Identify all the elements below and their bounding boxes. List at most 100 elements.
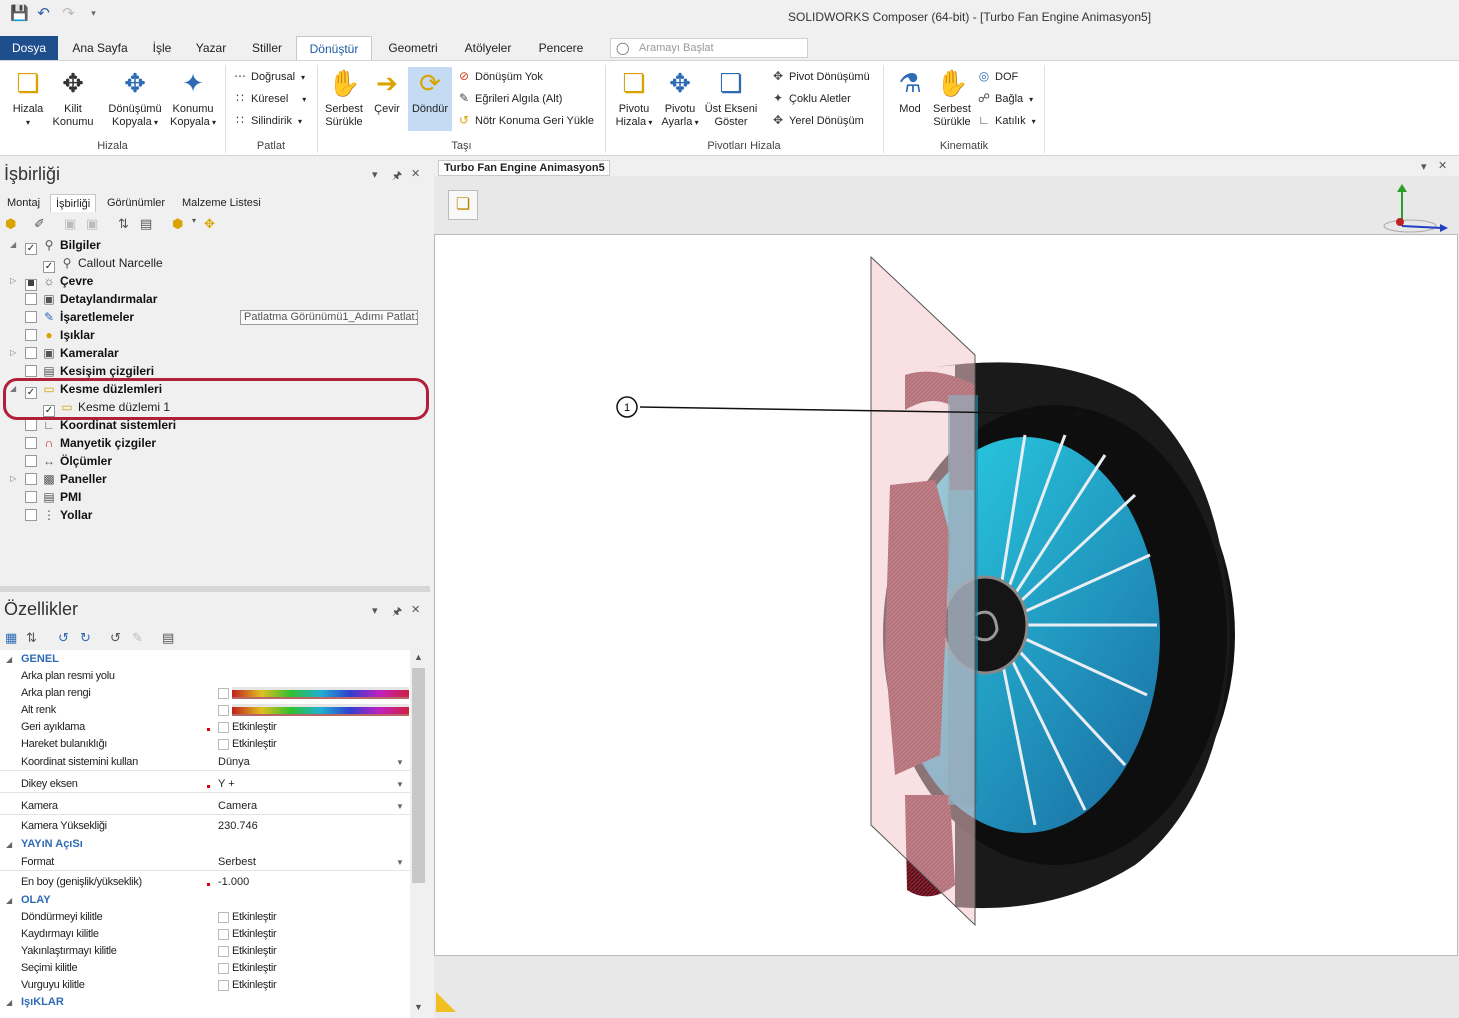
view-mode-button[interactable]: ❏ xyxy=(448,190,478,220)
reset-icon[interactable]: ↺ xyxy=(110,630,121,646)
property-row[interactable]: Yakınlaştırmayı kilitle Etkinleştir xyxy=(0,943,410,960)
kuresel-button[interactable]: ∷ Küresel ▾ xyxy=(232,89,306,107)
expand-toggle-icon[interactable]: ▷ xyxy=(10,272,20,290)
move-icon[interactable]: ✥ xyxy=(204,216,215,232)
property-row[interactable]: En boy (genişlik/yükseklik) -1.000 xyxy=(0,874,410,891)
tree-item[interactable]: ▷ ☼ Çevre xyxy=(10,272,93,291)
property-row[interactable]: Kamera Yüksekliği 230.746 xyxy=(0,818,410,835)
pivotu-hizala-button[interactable]: ❏ Pivotu Hizala ▾ xyxy=(612,67,656,129)
property-row[interactable]: Seçimi kilitle Etkinleştir xyxy=(0,960,410,977)
visibility-checkbox[interactable] xyxy=(25,347,37,359)
property-select[interactable]: Y + xyxy=(218,776,235,793)
visibility-checkbox[interactable] xyxy=(25,491,37,503)
tab-yazar[interactable]: Yazar xyxy=(190,36,232,60)
property-select[interactable]: Dünya xyxy=(218,754,250,771)
property-checkbox[interactable] xyxy=(218,739,229,750)
color-picker-bar[interactable] xyxy=(232,704,409,716)
visibility-checkbox[interactable] xyxy=(25,311,37,323)
tree-item[interactable]: ∩ Manyetik çizgiler xyxy=(25,434,156,452)
tree-item[interactable]: ● Işıklar xyxy=(25,326,95,344)
sync-icon[interactable]: ↻ xyxy=(80,630,91,646)
chevron-down-icon[interactable]: ▾ xyxy=(85,5,102,22)
property-row[interactable]: Hareket bulanıklığı Etkinleştir xyxy=(0,736,410,753)
property-checkbox[interactable] xyxy=(218,963,229,974)
scroll-up-icon[interactable]: ▲ xyxy=(414,652,423,662)
donusum-yok-button[interactable]: ⊘ Dönüşüm Yok xyxy=(456,67,543,85)
property-row[interactable]: Koordinat sistemini kullan Dünya ▼ xyxy=(0,754,410,771)
tab-montaj[interactable]: Montaj xyxy=(2,194,45,212)
undo-icon[interactable]: ↶ xyxy=(35,5,52,22)
tab-ana-sayfa[interactable]: Ana Sayfa xyxy=(66,36,134,60)
egrileri-algila-button[interactable]: ✎ Eğrileri Algıla (Alt) xyxy=(456,89,562,107)
visibility-checkbox[interactable] xyxy=(25,437,37,449)
property-select[interactable]: Camera xyxy=(218,798,257,815)
collapse-icon[interactable]: ◢ xyxy=(6,651,12,668)
tree-item[interactable]: ▷ ▣ Kameralar xyxy=(10,344,119,362)
save-icon[interactable]: 💾 xyxy=(10,5,29,22)
konumu-kopyala-button[interactable]: ✦ Konumu Kopyala ▾ xyxy=(168,67,218,129)
tab-isbirligi[interactable]: İşbirliği xyxy=(50,194,97,212)
edit-icon[interactable]: ✎ xyxy=(132,630,143,646)
chevron-down-icon[interactable]: ▼ xyxy=(396,754,404,771)
property-row[interactable]: Arka plan rengi xyxy=(0,685,410,702)
property-value[interactable]: -1.000 xyxy=(218,874,249,891)
property-select[interactable]: Serbest xyxy=(218,854,256,871)
search-input[interactable]: ◯ Aramayı Başlat xyxy=(610,38,808,58)
pin-icon[interactable]: 🖈 xyxy=(392,603,402,622)
refresh-icon[interactable]: ↺ xyxy=(58,630,69,646)
document-tab[interactable]: Turbo Fan Engine Animasyon5 xyxy=(438,160,610,176)
viewport-menu-icon[interactable]: ▾ xyxy=(1421,160,1427,173)
visibility-checkbox[interactable] xyxy=(25,329,37,341)
list-view-icon[interactable]: ▤ xyxy=(140,216,152,232)
dof-button[interactable]: ◎ DOF xyxy=(976,67,1018,85)
visibility-checkbox[interactable] xyxy=(25,473,37,485)
visibility-checkbox[interactable] xyxy=(25,365,37,377)
expand-toggle-icon[interactable]: ◢ xyxy=(10,236,20,254)
3d-canvas[interactable]: 1 xyxy=(434,234,1458,956)
close-icon[interactable]: ✕ xyxy=(411,603,420,616)
chevron-down-icon[interactable]: ▼ xyxy=(396,798,404,815)
sort-alpha-icon[interactable]: ⇅ xyxy=(26,630,37,646)
expand-toggle-icon[interactable]: ▷ xyxy=(10,344,20,362)
visibility-checkbox[interactable]: ✓ xyxy=(25,243,37,255)
property-row[interactable]: Kaydırmayı kilitle Etkinleştir xyxy=(0,926,410,943)
property-row[interactable]: Geri ayıklama Etkinleştir xyxy=(0,719,410,736)
katilik-button[interactable]: ∟ Katılık ▾ xyxy=(976,111,1035,129)
property-row[interactable]: Alt renk xyxy=(0,702,410,719)
filter-icon[interactable]: ✐ xyxy=(34,216,45,232)
visibility-checkbox[interactable] xyxy=(25,455,37,467)
visibility-checkbox[interactable] xyxy=(25,293,37,305)
color-picker-bar[interactable] xyxy=(232,687,409,699)
pivotu-ayarla-button[interactable]: ✥ Pivotu Ayarla ▾ xyxy=(658,67,702,129)
collapse-icon[interactable]: ◢ xyxy=(6,892,12,909)
create-icon[interactable]: ⬢ xyxy=(172,216,183,232)
mod-button[interactable]: ⚗ Mod xyxy=(890,67,930,116)
scroll-down-icon[interactable]: ▼ xyxy=(414,1002,423,1012)
tree-item[interactable]: ◢ ✓ ⚲ Bilgiler xyxy=(10,236,101,255)
ust-ekseni-goster-button[interactable]: ❏ Üst Ekseni Göster xyxy=(703,67,759,129)
property-category[interactable]: ◢ IşıKLAR xyxy=(0,994,410,1011)
chevron-down-icon[interactable]: ▼ xyxy=(396,854,404,871)
expand-toggle-icon[interactable]: ▷ xyxy=(10,470,20,488)
property-row[interactable]: Arka plan resmi yolu xyxy=(0,668,410,685)
tree-item[interactable]: ▤ PMI xyxy=(25,488,81,506)
property-category[interactable]: ◢ YAYıN AçıSı xyxy=(0,836,410,853)
hizala-button[interactable]: ❏ Hizala ▾ xyxy=(8,67,48,129)
dondur-button[interactable]: ⟳ Döndür xyxy=(408,67,452,131)
bagla-button[interactable]: ☍ Bağla ▾ xyxy=(976,89,1033,107)
coklu-aletler-button[interactable]: ✦ Çoklu Aletler xyxy=(770,89,851,107)
categorized-icon[interactable]: ▦ xyxy=(5,630,17,646)
kilit-konumu-button[interactable]: ✥ Kilit Konumu xyxy=(50,67,96,129)
close-icon[interactable]: ✕ xyxy=(411,167,420,180)
property-checkbox[interactable] xyxy=(218,912,229,923)
collapse-icon[interactable]: ◢ xyxy=(6,836,12,853)
tab-geometri[interactable]: Geometri xyxy=(380,36,446,60)
yerel-donusum-button[interactable]: ✥ Yerel Dönüşüm xyxy=(770,111,864,129)
tab-gorunumler[interactable]: Görünümler xyxy=(102,194,170,212)
serbest-surukle-button[interactable]: ✋ Serbest Sürükle xyxy=(322,67,366,129)
tab-atolyeler[interactable]: Atölyeler xyxy=(456,36,520,60)
collab-toolbar-icon-1[interactable]: ⬢ xyxy=(5,216,16,232)
property-row[interactable]: Format Serbest ▼ xyxy=(0,854,410,871)
property-row[interactable]: Kamera Camera ▼ xyxy=(0,798,410,815)
tree-item[interactable]: ✓ ⚲ Callout Narcelle xyxy=(43,254,163,273)
